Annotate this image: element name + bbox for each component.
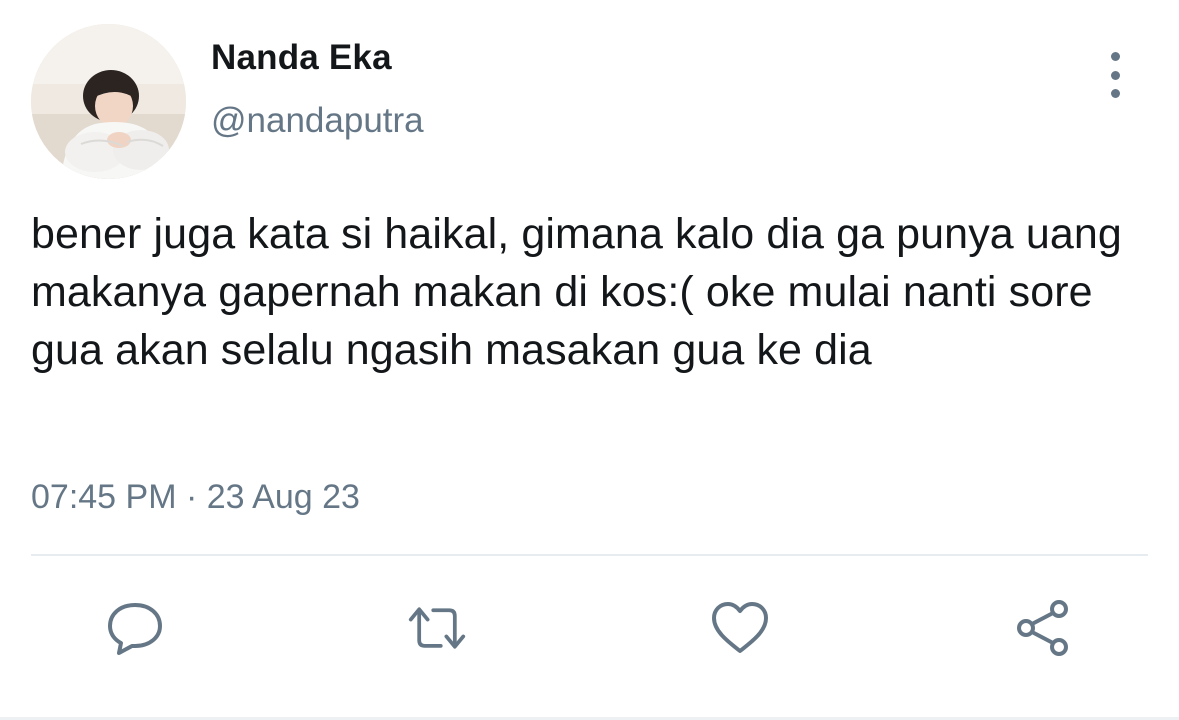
- retweet-icon: [408, 607, 466, 649]
- timestamp-separator: ·: [176, 478, 207, 516]
- reply-button[interactable]: [105, 597, 165, 659]
- tweet-date: 23 Aug 23: [206, 478, 360, 516]
- dot: [1110, 70, 1120, 80]
- dot: [1110, 89, 1120, 98]
- like-button[interactable]: [710, 597, 770, 659]
- more-options-icon[interactable]: [1098, 52, 1132, 98]
- tweet-text: bener juga kata si haikal, gimana kalo d…: [31, 210, 1122, 374]
- share-button[interactable]: [1013, 597, 1073, 659]
- tweet-card: Nanda Eka @nandaputra bener juga kata si…: [0, 0, 1179, 720]
- tweet-timestamp: 07:45 PM · 23 Aug 23: [31, 478, 360, 517]
- heart-icon: [712, 602, 768, 653]
- dot: [1110, 52, 1120, 61]
- display-name[interactable]: Nanda Eka: [211, 38, 392, 78]
- share-icon: [1017, 600, 1068, 656]
- avatar[interactable]: [31, 24, 186, 179]
- tweet-time: 07:45 PM: [31, 478, 177, 516]
- speech-bubble-icon: [108, 603, 162, 655]
- user-handle[interactable]: @nandaputra: [211, 101, 424, 141]
- retweet-button[interactable]: [407, 597, 467, 659]
- divider: [31, 554, 1148, 556]
- avatar-photo: [31, 24, 186, 179]
